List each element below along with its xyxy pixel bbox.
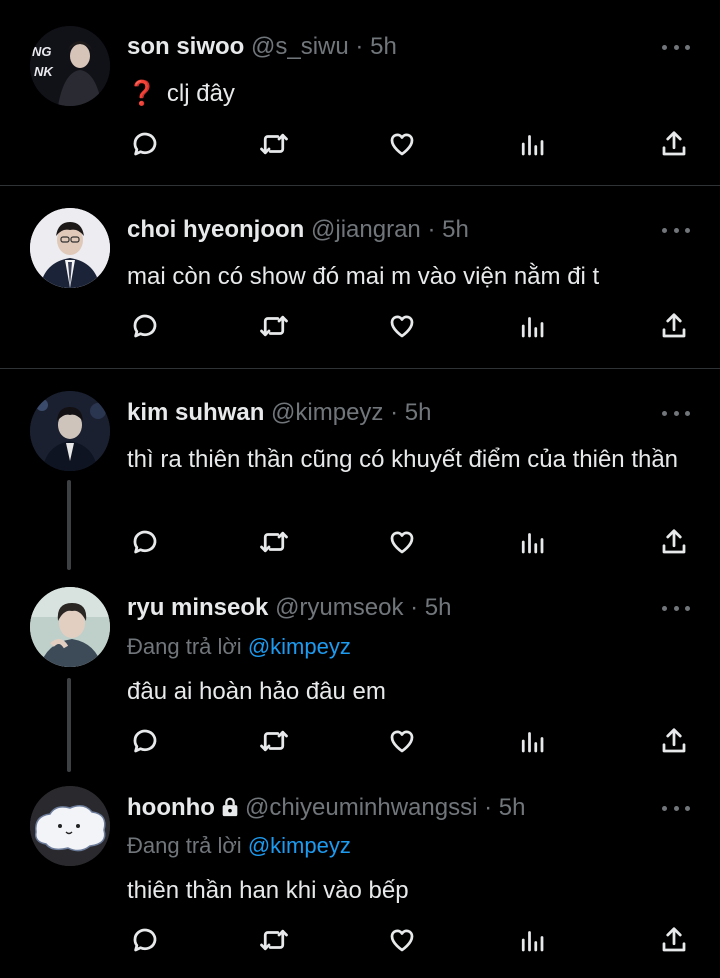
tweet-actions: [0, 308, 720, 348]
tweet-actions: [0, 126, 720, 166]
separator: ·: [390, 399, 399, 426]
like-icon[interactable]: [384, 524, 420, 560]
user-handle[interactable]: @s_siwu: [251, 33, 349, 60]
tweet-header: son siwoo @s_siwu · 5h: [127, 33, 397, 61]
tweet-text: thiên thần han khi vào bếp: [127, 877, 409, 904]
tweet-kim-suhwan[interactable]: kim suhwan @kimpeyz · 5h thì ra thiên th…: [0, 369, 720, 569]
more-icon[interactable]: [662, 225, 690, 235]
tweet-actions: [0, 524, 720, 564]
reply-icon[interactable]: [127, 723, 163, 759]
timestamp[interactable]: 5h: [405, 399, 432, 426]
tweet-hoonho[interactable]: hoonho @chiyeuminhwangssi · 5h Đang trả l…: [0, 770, 720, 978]
retweet-icon[interactable]: [256, 922, 292, 958]
tweet-text: ❓ clj đây: [127, 78, 687, 110]
avatar[interactable]: [30, 208, 110, 288]
retweet-icon[interactable]: [256, 723, 292, 759]
avatar[interactable]: [30, 786, 110, 866]
user-handle[interactable]: @ryumseok: [275, 594, 403, 621]
svg-text:NK: NK: [34, 64, 54, 79]
user-handle[interactable]: @chiyeuminhwangssi: [245, 794, 477, 821]
tweet-text: đâu ai hoàn hảo đâu em: [127, 678, 386, 705]
replying-label: Đang trả lời: [127, 634, 242, 659]
avatar[interactable]: NG NK: [30, 26, 110, 106]
separator: ·: [410, 594, 419, 621]
separator: ·: [355, 33, 364, 60]
more-icon[interactable]: [662, 42, 690, 52]
user-handle[interactable]: @kimpeyz: [271, 399, 383, 426]
like-icon[interactable]: [384, 922, 420, 958]
retweet-icon[interactable]: [256, 308, 292, 344]
tweet-choi-hyeonjoon[interactable]: choi hyeonjoon @jiangran · 5h mai còn có…: [0, 186, 720, 368]
display-name[interactable]: ryu minseok: [127, 594, 268, 621]
question-icon: ❓: [127, 80, 157, 107]
share-icon[interactable]: [656, 308, 692, 344]
tweet-text-content: clj đây: [166, 80, 235, 107]
tweet-header: choi hyeonjoon @jiangran · 5h: [127, 216, 469, 244]
timestamp[interactable]: 5h: [425, 594, 452, 621]
separator: ·: [484, 794, 493, 821]
tweet-header: hoonho @chiyeuminhwangssi · 5h: [127, 794, 525, 825]
tweet-header: ryu minseok @ryumseok · 5h: [127, 594, 452, 622]
replying-to: Đang trả lời @kimpeyz: [127, 634, 351, 660]
share-icon[interactable]: [656, 723, 692, 759]
more-icon[interactable]: [662, 408, 690, 418]
timestamp[interactable]: 5h: [499, 794, 526, 821]
tweet-ryu-minseok[interactable]: ryu minseok @ryumseok · 5h Đang trả lời …: [0, 570, 720, 770]
like-icon[interactable]: [384, 308, 420, 344]
display-name[interactable]: son siwoo: [127, 33, 244, 60]
like-icon[interactable]: [384, 126, 420, 162]
views-icon[interactable]: [514, 922, 550, 958]
tweet-actions: [0, 723, 720, 763]
tweet-text: mai còn có show đó mai m vào viện nằm đi…: [127, 263, 600, 290]
user-handle[interactable]: @jiangran: [311, 216, 421, 243]
reply-icon[interactable]: [127, 126, 163, 162]
views-icon[interactable]: [514, 126, 550, 162]
display-name[interactable]: choi hyeonjoon: [127, 216, 304, 243]
views-icon[interactable]: [514, 723, 550, 759]
more-icon[interactable]: [662, 603, 690, 613]
display-name[interactable]: hoonho: [127, 794, 215, 821]
replying-label: Đang trả lời: [127, 833, 242, 858]
mention-link[interactable]: @kimpeyz: [248, 833, 351, 858]
share-icon[interactable]: [656, 922, 692, 958]
replying-to: Đang trả lời @kimpeyz: [127, 833, 351, 859]
tweet-son-siwoo[interactable]: NG NK son siwoo @s_siwu · 5h ❓ clj đây: [0, 0, 720, 185]
mention-link[interactable]: @kimpeyz: [248, 634, 351, 659]
tweet-text: thì ra thiên thần cũng có khuyết điểm củ…: [127, 446, 679, 473]
lock-icon: [219, 796, 241, 825]
more-icon[interactable]: [662, 803, 690, 813]
reply-icon[interactable]: [127, 524, 163, 560]
tweet-actions: [0, 922, 720, 962]
svg-text:NG: NG: [32, 44, 52, 59]
timestamp[interactable]: 5h: [370, 33, 397, 60]
display-name[interactable]: kim suhwan: [127, 399, 264, 426]
retweet-icon[interactable]: [256, 524, 292, 560]
views-icon[interactable]: [514, 308, 550, 344]
avatar[interactable]: [30, 587, 110, 667]
retweet-icon[interactable]: [256, 126, 292, 162]
share-icon[interactable]: [656, 126, 692, 162]
tweet-header: kim suhwan @kimpeyz · 5h: [127, 399, 431, 427]
avatar[interactable]: [30, 391, 110, 471]
reply-icon[interactable]: [127, 308, 163, 344]
separator: ·: [427, 216, 436, 243]
like-icon[interactable]: [384, 723, 420, 759]
share-icon[interactable]: [656, 524, 692, 560]
views-icon[interactable]: [514, 524, 550, 560]
timestamp[interactable]: 5h: [442, 216, 469, 243]
reply-icon[interactable]: [127, 922, 163, 958]
